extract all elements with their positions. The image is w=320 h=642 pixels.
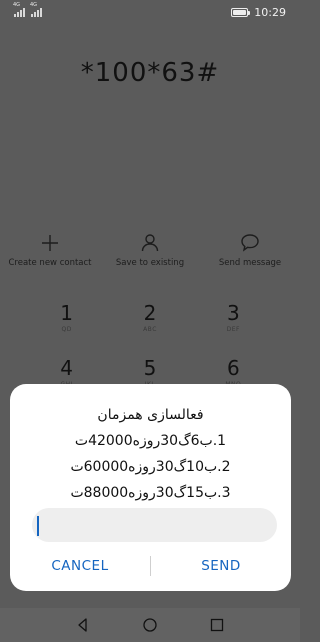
key-letters: ABC bbox=[143, 326, 157, 333]
dialed-number: *100*63# bbox=[80, 58, 220, 88]
recents-icon[interactable] bbox=[209, 617, 225, 633]
home-icon[interactable] bbox=[142, 617, 158, 633]
key-digit: 3 bbox=[226, 301, 240, 325]
contact-actions: Create new contact Save to existing Send… bbox=[0, 232, 300, 268]
status-time: 10:29 bbox=[254, 5, 286, 19]
save-to-existing-button[interactable]: Save to existing bbox=[100, 232, 200, 268]
battery-level-fill bbox=[233, 9, 247, 15]
key-3[interactable]: 3 DEF bbox=[203, 300, 263, 355]
cancel-button[interactable]: CANCEL bbox=[10, 558, 150, 574]
send-message-button[interactable]: Send message bbox=[200, 232, 300, 268]
save-to-existing-label: Save to existing bbox=[115, 258, 185, 268]
sim2-network-tag: 4G bbox=[30, 1, 38, 8]
key-digit: 1 bbox=[60, 301, 74, 325]
battery-icon bbox=[231, 7, 251, 17]
key-digit: 6 bbox=[226, 356, 240, 380]
ussd-message-line: 3.ب15گ30روزه88000ت bbox=[70, 485, 231, 501]
sim2-signal-icon: 4G bbox=[30, 2, 42, 17]
send-message-label: Send message bbox=[218, 258, 282, 268]
text-cursor bbox=[37, 516, 39, 536]
chat-icon bbox=[241, 234, 259, 252]
ussd-message-line: فعالسازی همزمان bbox=[97, 407, 204, 423]
create-new-contact-button[interactable]: Create new contact bbox=[0, 232, 100, 268]
dialog-buttons: CANCEL SEND bbox=[10, 552, 291, 580]
key-digit: 4 bbox=[60, 356, 74, 380]
ussd-message-line: 2.ب10گ30روزه60000ت bbox=[70, 459, 231, 475]
person-icon bbox=[141, 234, 159, 252]
ussd-message-line: 1.ب6گ30روزه42000ت bbox=[74, 433, 227, 449]
key-letters: DEF bbox=[226, 326, 240, 333]
ussd-reply-input[interactable] bbox=[32, 508, 277, 542]
key-letters: QD bbox=[61, 326, 72, 333]
key-1[interactable]: 1 QD bbox=[37, 300, 97, 355]
signal-indicators: 4G 4G bbox=[13, 2, 42, 17]
send-button[interactable]: SEND bbox=[151, 558, 291, 574]
sim1-network-tag: 4G bbox=[13, 1, 21, 8]
key-digit: 5 bbox=[143, 356, 157, 380]
create-new-contact-label: Create new contact bbox=[8, 258, 92, 268]
sim1-signal-icon: 4G bbox=[13, 2, 25, 17]
key-digit: 2 bbox=[143, 301, 157, 325]
status-bar: 4G 4G 10:29 bbox=[0, 0, 300, 24]
plus-icon bbox=[42, 235, 58, 251]
key-2[interactable]: 2 ABC bbox=[120, 300, 180, 355]
ussd-message: فعالسازی همزمان 1.ب6گ30روزه42000ت 2.ب10گ… bbox=[10, 402, 291, 506]
navigation-bar bbox=[0, 608, 300, 642]
back-icon[interactable] bbox=[75, 617, 91, 633]
